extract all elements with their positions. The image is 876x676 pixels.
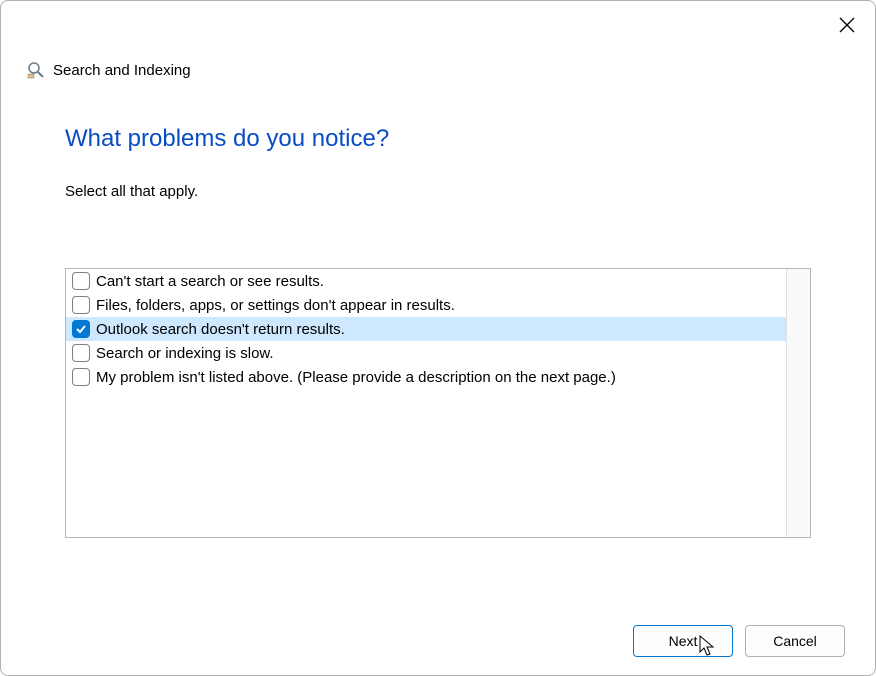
option-label: My problem isn't listed above. (Please p… <box>96 369 616 386</box>
page-heading: What problems do you notice? <box>65 125 811 153</box>
next-button[interactable]: Next <box>633 625 733 657</box>
checkbox-icon <box>72 272 90 290</box>
option-label: Outlook search doesn't return results. <box>96 321 345 338</box>
close-icon <box>839 17 855 33</box>
search-indexing-icon <box>27 61 45 79</box>
footer: Next Cancel <box>1 625 875 675</box>
checkbox-icon <box>72 296 90 314</box>
troubleshooter-window: Search and Indexing What problems do you… <box>0 0 876 676</box>
option-search-slow[interactable]: Search or indexing is slow. <box>66 341 786 365</box>
cancel-button[interactable]: Cancel <box>745 625 845 657</box>
page-subheading: Select all that apply. <box>65 183 811 200</box>
option-label: Can't start a search or see results. <box>96 273 324 290</box>
checkbox-icon <box>72 368 90 386</box>
close-button[interactable] <box>837 15 857 35</box>
header-title: Search and Indexing <box>53 62 191 79</box>
option-files-folders-not-appear[interactable]: Files, folders, apps, or settings don't … <box>66 293 786 317</box>
header: Search and Indexing <box>1 1 875 79</box>
problem-listbox[interactable]: Can't start a search or see results. Fil… <box>65 268 811 538</box>
option-label: Files, folders, apps, or settings don't … <box>96 297 455 314</box>
listbox-inner: Can't start a search or see results. Fil… <box>66 269 786 389</box>
option-label: Search or indexing is slow. <box>96 345 274 362</box>
option-cant-start-search[interactable]: Can't start a search or see results. <box>66 269 786 293</box>
checkbox-checked-icon <box>72 320 90 338</box>
scrollbar[interactable] <box>786 269 810 537</box>
checkbox-icon <box>72 344 90 362</box>
option-outlook-search[interactable]: Outlook search doesn't return results. <box>66 317 786 341</box>
content: What problems do you notice? Select all … <box>1 79 875 625</box>
option-not-listed[interactable]: My problem isn't listed above. (Please p… <box>66 365 786 389</box>
